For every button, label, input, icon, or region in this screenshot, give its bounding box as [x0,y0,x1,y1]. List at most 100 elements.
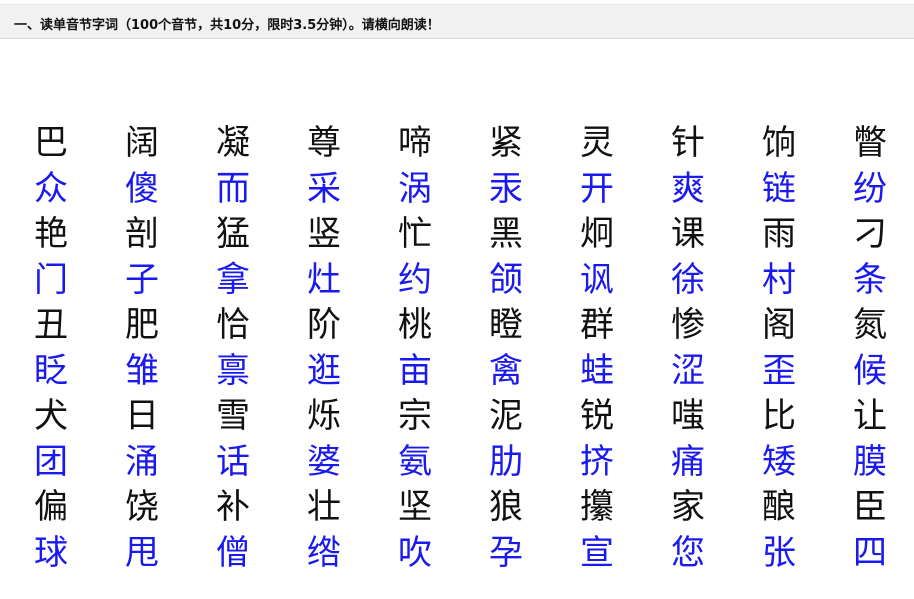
character-cell: 采 [307,168,341,209]
character-cell: 挤 [580,441,614,482]
character-cell: 阶 [307,305,341,345]
character-cell: 坚 [398,487,432,527]
character-cell: 忙 [398,214,432,254]
character-cell: 禽 [489,350,523,391]
character-cell: 烁 [307,396,341,436]
character-cell: 黑 [489,214,523,254]
character-cell: 讽 [580,259,614,300]
character-cell: 恰 [216,305,250,345]
character-cell: 开 [580,168,614,209]
character-cell: 炯 [580,214,614,254]
character-cell: 您 [671,532,705,573]
character-cell: 雪 [216,396,250,436]
character-cell: 肋 [489,441,523,482]
character-cell: 灶 [307,259,341,300]
character-row: 眨雏禀逛亩禽蛙涩歪候 [34,349,914,395]
character-cell: 课 [671,214,705,254]
character-row: 门子拿灶约颌讽徐村条 [34,258,914,304]
character-cell: 婆 [307,441,341,482]
character-row: 巴阔凝尊啼紧灵针饷瞥 [34,121,914,167]
character-cell: 僧 [216,532,250,573]
character-cell: 纷 [853,168,887,209]
character-cell: 孕 [489,532,523,573]
character-cell: 狼 [489,487,523,527]
character-cell: 爽 [671,168,705,209]
character-cell: 艳 [34,214,68,254]
character-cell: 壮 [307,487,341,527]
character-cell: 群 [580,305,614,345]
character-cell: 傻 [125,168,159,209]
character-cell: 嗤 [671,396,705,436]
character-cell: 攥 [580,487,614,527]
character-cell: 禀 [216,350,250,391]
character-cell: 灵 [580,123,614,163]
character-row: 丑肥恰阶桃瞪群惨阁氮 [34,303,914,349]
character-cell: 让 [853,396,887,436]
character-row: 犬日雪烁宗泥锐嗤比让 [34,394,914,440]
character-cell: 涡 [398,168,432,209]
character-cell: 痛 [671,441,705,482]
character-cell: 绺 [307,532,341,573]
character-cell: 阁 [762,305,796,345]
character-cell: 约 [398,259,432,300]
character-cell: 偏 [34,487,68,527]
character-cell: 尊 [307,123,341,163]
character-row: 众傻而采涡汞开爽链纷 [34,167,914,213]
character-cell: 徐 [671,259,705,300]
character-row: 球甩僧绺吹孕宣您张四 [34,531,914,577]
character-cell: 雏 [125,350,159,391]
character-cell: 矮 [762,441,796,482]
character-cell: 吹 [398,532,432,573]
character-cell: 巴 [34,123,68,163]
character-cell: 团 [34,441,68,482]
character-cell: 氨 [398,441,432,482]
character-cell: 膜 [853,441,887,482]
character-cell: 四 [853,532,887,573]
character-row: 团涌话婆氨肋挤痛矮膜 [34,440,914,486]
character-cell: 而 [216,168,250,209]
character-cell: 链 [762,168,796,209]
character-cell: 候 [853,350,887,391]
character-cell: 宣 [580,532,614,573]
character-cell: 锐 [580,396,614,436]
character-cell: 拿 [216,259,250,300]
character-cell: 家 [671,487,705,527]
character-cell: 猛 [216,214,250,254]
character-cell: 臣 [853,487,887,527]
character-cell: 氮 [853,305,887,345]
character-cell: 球 [34,532,68,573]
character-cell: 泥 [489,396,523,436]
character-cell: 条 [853,259,887,300]
character-cell: 颌 [489,259,523,300]
character-cell: 啼 [398,123,432,163]
character-cell: 凝 [216,123,250,163]
character-cell: 饶 [125,487,159,527]
character-cell: 酿 [762,487,796,527]
character-cell: 瞪 [489,305,523,345]
character-cell: 门 [34,259,68,300]
document-page: 一、读单音节字词（100个音节，共10分，限时3.5分钟）。请横向朗读！ 巴 阔 凝… [0,0,914,599]
character-cell: 话 [216,441,250,482]
character-cell: 眨 [34,350,68,391]
character-cell: 桃 [398,305,432,345]
character-cell: 补 [216,487,250,527]
character-cell: 雨 [762,214,796,254]
character-cell: 涩 [671,350,705,391]
character-cell: 逛 [307,350,341,391]
character-cell: 阔 [125,123,159,163]
character-cell: 亩 [398,350,432,391]
character-cell: 宗 [398,396,432,436]
character-cell: 歪 [762,350,796,391]
character-cell: 针 [671,123,705,163]
character-grid: 巴 阔 凝 尊 啼 紧 灵 针 饷 瞥众 傻 而 采 涡 汞 开 爽 链 纷艳 剖 猛 竖 忙 黑 炯 课 雨 刁门 子 拿 灶 约 颌 讽 徐 村 条… [34,121,914,576]
character-cell: 饷 [762,123,796,163]
character-cell: 众 [34,168,68,209]
character-cell: 竖 [307,214,341,254]
instruction-bar: 一、读单音节字词（100个音节，共10分，限时3.5分钟）。请横向朗读！ [0,5,914,39]
character-cell: 蛙 [580,350,614,391]
character-cell: 犬 [34,396,68,436]
character-cell: 子 [125,259,159,300]
character-cell: 张 [762,532,796,573]
character-row: 偏饶补壮坚狼攥家酿臣 [34,485,914,531]
character-row: 艳剖猛竖忙黑炯课雨刁 [34,212,914,258]
